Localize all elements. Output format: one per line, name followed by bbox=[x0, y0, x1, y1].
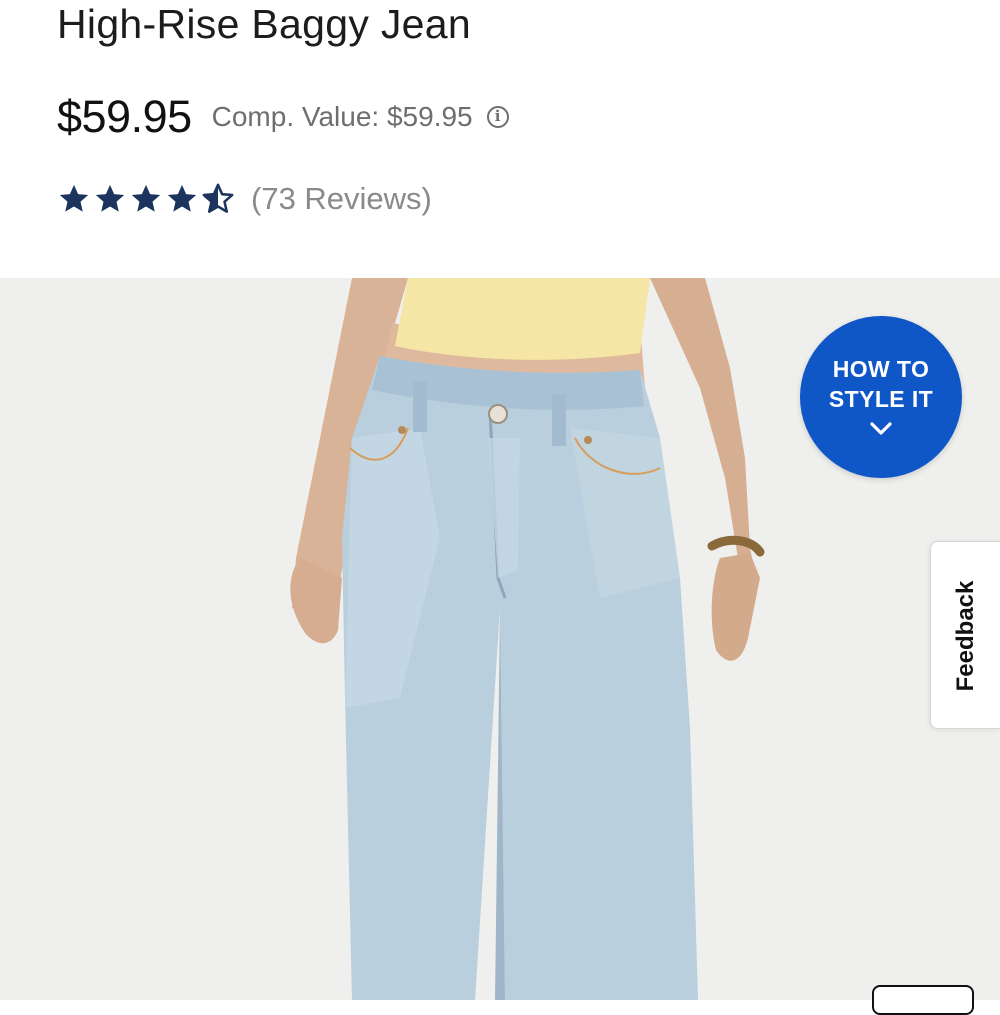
half-star-icon bbox=[202, 183, 234, 213]
feedback-label: Feedback bbox=[952, 580, 979, 692]
chevron-down-icon bbox=[870, 422, 892, 435]
star-icon bbox=[167, 184, 197, 212]
feedback-tab[interactable]: Feedback bbox=[930, 541, 1000, 729]
style-button-line2: STYLE IT bbox=[828, 386, 934, 412]
info-icon[interactable]: i bbox=[486, 106, 509, 128]
bottom-right-button[interactable] bbox=[872, 985, 974, 1015]
comp-value: Comp. Value: $59.95 bbox=[211, 101, 473, 132]
how-to-style-it-button[interactable]: HOW TO STYLE IT bbox=[800, 316, 962, 478]
price-row: $59.95 Comp. Value: $59.95 i bbox=[57, 90, 509, 144]
star-icon bbox=[131, 184, 161, 212]
product-title: High-Rise Baggy Jean bbox=[57, 1, 471, 47]
star-rating bbox=[57, 182, 235, 216]
product-price: $59.95 bbox=[57, 91, 192, 142]
rating-row[interactable]: (73 Reviews) bbox=[57, 177, 432, 221]
star-icon bbox=[59, 184, 89, 212]
style-button-line1: HOW TO bbox=[832, 356, 930, 382]
star-icon bbox=[95, 184, 125, 212]
reviews-link[interactable]: (73 Reviews) bbox=[251, 181, 432, 217]
